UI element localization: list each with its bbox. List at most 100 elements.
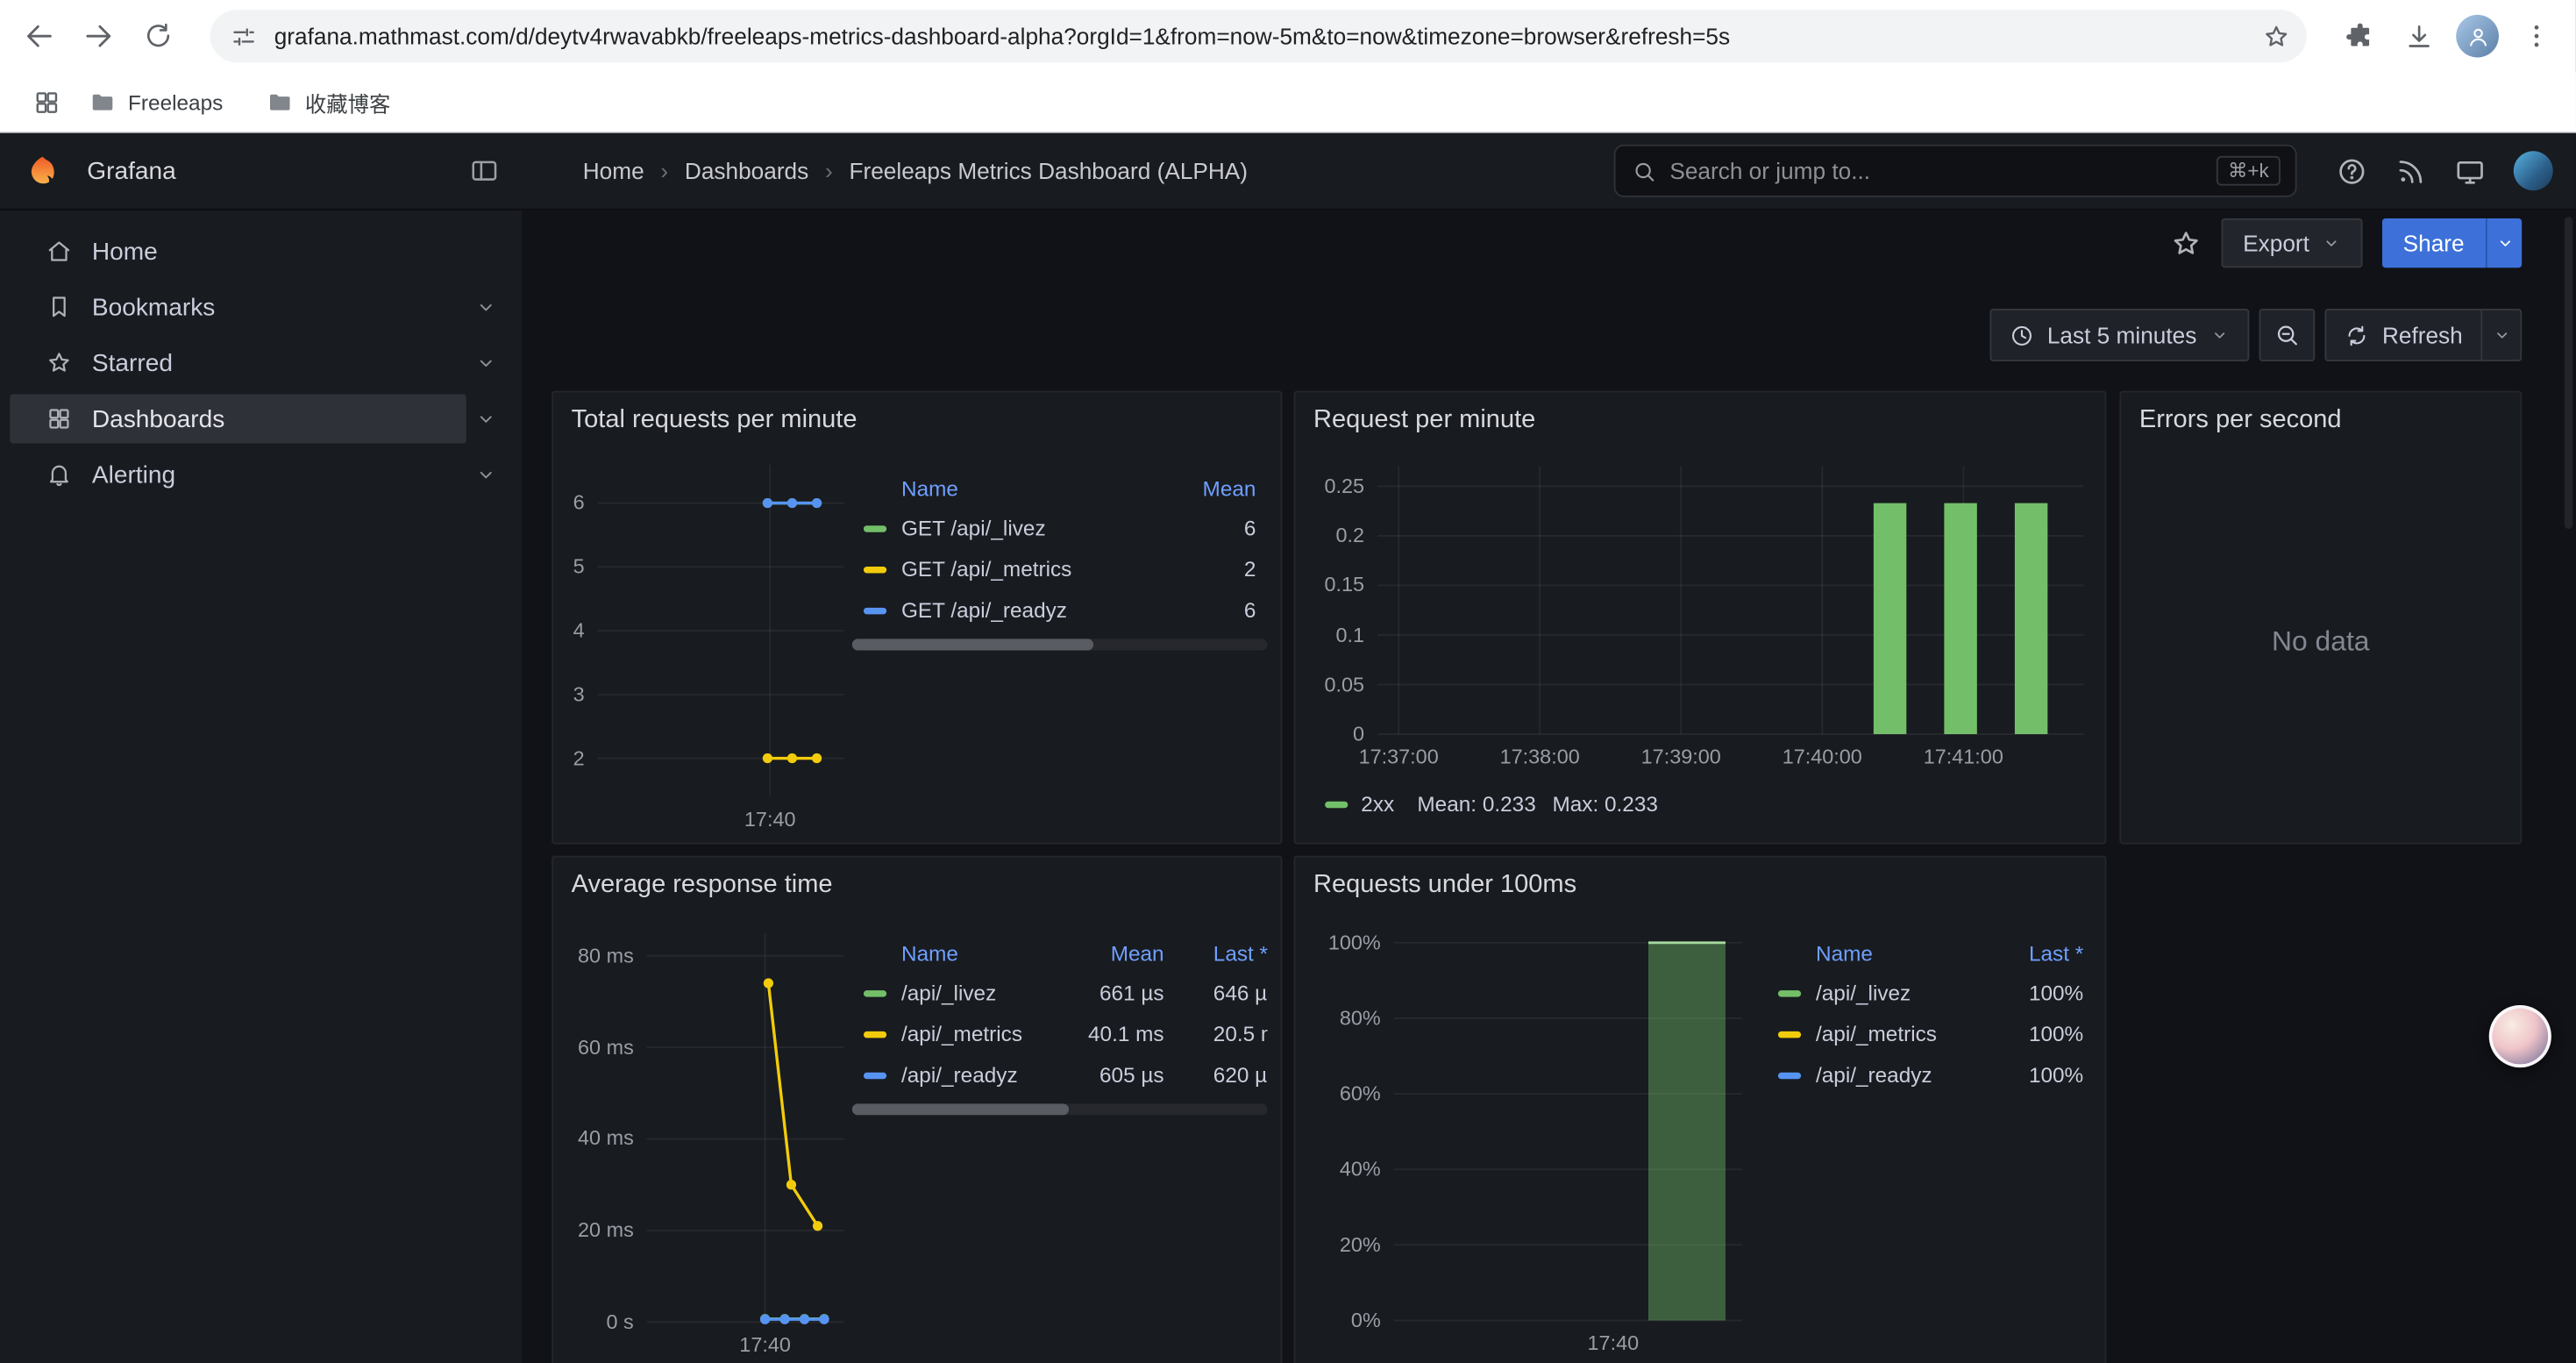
sidebar-toggle-icon[interactable]: [470, 156, 500, 186]
series-last: 100%: [1985, 1063, 2083, 1088]
legend-inline[interactable]: 2xx Mean: 0.233 Max: 0.233: [1325, 792, 1675, 817]
chevron-down-icon[interactable]: [466, 455, 506, 495]
legend-col-mean[interactable]: Mean: [1171, 475, 1256, 500]
axis-tick-label: 0.05: [1324, 673, 1364, 696]
favorite-star-icon[interactable]: [2171, 227, 2202, 259]
legend-scrollbar[interactable]: [852, 639, 1268, 650]
panel-title[interactable]: Average response time: [572, 870, 833, 900]
series-name: GET /api/_livez: [901, 516, 1171, 540]
browser-profile-avatar[interactable]: [2456, 15, 2499, 58]
chevron-down-icon[interactable]: [466, 399, 506, 439]
assistant-floating-avatar[interactable]: [2489, 1005, 2551, 1067]
axis-tick-label: 0 s: [607, 1310, 634, 1333]
site-settings-icon[interactable]: [230, 22, 258, 50]
sidebar-item-starred[interactable]: Starred: [0, 335, 522, 391]
apps-grid-icon[interactable]: [23, 79, 68, 125]
sidebar-item-alerting[interactable]: Alerting: [0, 446, 522, 503]
axis-tick-label: 5: [573, 555, 585, 578]
legend-col-name[interactable]: Name: [901, 940, 1065, 965]
forward-button[interactable]: [69, 6, 128, 65]
time-controls: Last 5 minutes Refresh: [1989, 309, 2522, 361]
sidebar-item-bookmarks[interactable]: Bookmarks: [0, 279, 522, 335]
sidebar-item-label: Bookmarks: [92, 293, 215, 321]
search-input[interactable]: [1669, 158, 2217, 184]
axis-tick-label: 2: [573, 746, 585, 769]
time-series-plot[interactable]: 17:4065432: [598, 465, 844, 796]
legend-col-mean[interactable]: Mean: [1065, 940, 1163, 965]
panel-requests-under-100ms: Requests under 100ms 17:40100%80%60%40%2…: [1294, 856, 2107, 1363]
legend-row[interactable]: /api/_readyz 100%: [1767, 1054, 2083, 1095]
url-input[interactable]: [274, 23, 2248, 49]
share-label: Share: [2403, 230, 2465, 256]
legend-table: Name Mean Last * /api/_livez 661 µs 646 …: [852, 933, 1268, 1116]
series-mean: Mean: 0.233: [1417, 792, 1535, 817]
legend-row[interactable]: /api/_livez 100%: [1767, 973, 2083, 1014]
help-icon[interactable]: [2337, 155, 2368, 187]
axis-tick-label: 60%: [1340, 1082, 1381, 1105]
refresh-button[interactable]: Refresh: [2324, 309, 2522, 361]
bar-chart-plot[interactable]: 17:37:0017:38:0017:39:0017:40:0017:41:00…: [1377, 467, 2083, 734]
refresh-interval-caret[interactable]: [2480, 310, 2520, 360]
legend-row[interactable]: /api/_metrics 100%: [1767, 1013, 2083, 1054]
axis-tick-label: 100%: [1328, 931, 1381, 954]
legend-row[interactable]: /api/_readyz 605 µs 620 µs: [852, 1054, 1268, 1095]
legend-col-last[interactable]: Last *: [1164, 940, 1268, 965]
panel-title[interactable]: Total requests per minute: [572, 406, 857, 436]
bookmark-folder-freeleaps[interactable]: Freeleaps: [89, 88, 223, 116]
search-bar[interactable]: ⌘+k: [1614, 145, 2297, 197]
axis-tick-label: 17:37:00: [1359, 746, 1439, 768]
url-bar[interactable]: [210, 10, 2307, 62]
legend-col-last[interactable]: Last *: [1985, 940, 2083, 965]
panel-title[interactable]: Request per minute: [1313, 406, 1535, 436]
series-color-icon: [864, 989, 886, 995]
series-color-icon: [1325, 801, 1348, 807]
panel-title[interactable]: Requests under 100ms: [1313, 870, 1576, 900]
browser-menu-icon[interactable]: [2507, 6, 2565, 65]
legend-row[interactable]: GET /api/_metrics 2: [852, 548, 1268, 589]
legend-col-name[interactable]: Name: [1816, 940, 1985, 965]
panel-title[interactable]: Errors per second: [2139, 406, 2342, 436]
chevron-down-icon[interactable]: [466, 288, 506, 327]
legend-row[interactable]: /api/_livez 661 µs 646 µs: [852, 973, 1268, 1014]
series-color-icon: [864, 566, 886, 572]
series-name: /api/_readyz: [1816, 1063, 1985, 1088]
legend-col-name[interactable]: Name: [901, 475, 1171, 500]
user-avatar[interactable]: [2514, 151, 2553, 190]
time-series-plot[interactable]: 17:4080 ms60 ms40 ms20 ms0 s: [647, 933, 844, 1323]
axis-tick-label: 17:39:00: [1641, 746, 1721, 768]
breadcrumb-separator: ›: [825, 158, 833, 184]
monitor-icon[interactable]: [2454, 155, 2486, 187]
axis-tick-label: 40 ms: [578, 1127, 634, 1150]
legend-row[interactable]: /api/_metrics 40.1 ms 20.5 ms: [852, 1013, 1268, 1054]
breadcrumb-home[interactable]: Home: [583, 158, 644, 184]
downloads-icon[interactable]: [2388, 6, 2447, 65]
time-range-picker[interactable]: Last 5 minutes: [1989, 309, 2249, 361]
share-menu-ca ret[interactable]: [2486, 218, 2522, 268]
chart-svg: [598, 465, 844, 796]
sidebar-item-home[interactable]: Home: [0, 224, 522, 280]
series-last: 646 µs: [1164, 981, 1268, 1005]
zoom-out-button[interactable]: [2259, 309, 2316, 361]
bookmark-star-icon[interactable]: [2262, 22, 2290, 50]
back-button[interactable]: [10, 6, 68, 65]
bar-chart-plot[interactable]: 17:40100%80%60%40%20%0%: [1394, 943, 1742, 1321]
grafana-logo[interactable]: [25, 153, 60, 189]
legend-scrollbar[interactable]: [852, 1103, 1268, 1115]
bookmark-folder-blogs[interactable]: 收藏博客: [266, 86, 390, 118]
dashboards-grid-icon: [46, 406, 72, 432]
share-button[interactable]: Share: [2381, 218, 2486, 268]
breadcrumb-dashboards[interactable]: Dashboards: [685, 158, 808, 184]
breadcrumb: Home › Dashboards › Freeleaps Metrics Da…: [583, 158, 1248, 184]
legend-row[interactable]: GET /api/_readyz 6: [852, 589, 1268, 631]
export-button[interactable]: Export: [2222, 218, 2362, 268]
series-name: /api/_metrics: [1816, 1022, 1985, 1046]
news-rss-icon[interactable]: [2395, 155, 2427, 187]
reload-button[interactable]: [128, 6, 187, 65]
legend-row[interactable]: GET /api/_livez 6: [852, 508, 1268, 549]
extensions-icon[interactable]: [2330, 6, 2388, 65]
chevron-down-icon[interactable]: [466, 343, 506, 382]
axis-tick-label: 6: [573, 491, 585, 514]
sidebar-item-dashboards[interactable]: Dashboards: [0, 391, 522, 447]
star-icon: [46, 350, 72, 376]
dashboard-scrollbar[interactable]: [2565, 217, 2572, 529]
